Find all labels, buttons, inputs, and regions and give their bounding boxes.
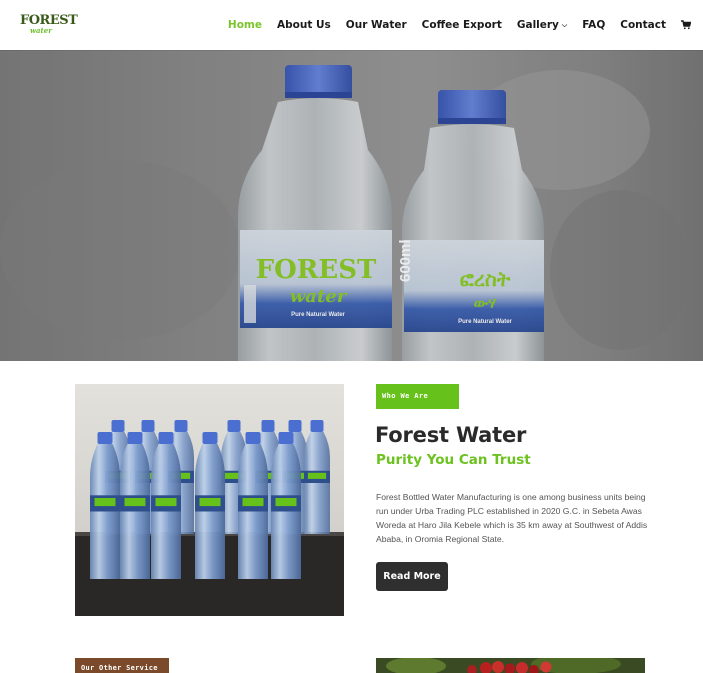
hero-banner: FOREST water Pure Natural Water 600ml ፎረ… [0, 50, 703, 361]
our-other-service-tag: Our Other Service [75, 658, 169, 673]
who-we-are-tag: Who We Are [376, 384, 459, 409]
photo-bottle [238, 432, 268, 579]
nav-contact[interactable]: Contact [620, 19, 666, 31]
nav-coffee-export[interactable]: Coffee Export [422, 19, 502, 31]
nav-home-label: Home [227, 19, 262, 31]
about-bottles-photo [75, 384, 344, 616]
main-nav: Home About Us Our Water Coffee Export Ga… [213, 0, 691, 50]
nav-about-us-label: About Us [277, 19, 331, 31]
read-more-button[interactable]: Read More [376, 562, 448, 591]
forest-water-logo[interactable]: FOREST water [20, 14, 78, 38]
logo-subtext: water [30, 26, 52, 35]
nav-gallery[interactable]: Gallery ⌵ [517, 19, 567, 31]
about-description: Forest Bottled Water Manufacturing is on… [376, 492, 648, 544]
nav-contact-label: Contact [620, 19, 666, 31]
about-subtitle: Purity You Can Trust [376, 452, 531, 468]
nav-faq-label: FAQ [582, 19, 606, 31]
about-title: Forest Water [375, 423, 527, 447]
nav-our-water-label: Our Water [345, 19, 407, 31]
shopping-cart-icon[interactable] [681, 20, 691, 30]
photo-bottle [120, 432, 150, 579]
photo-bottle [271, 432, 301, 579]
chevron-down-icon: ⌵ [561, 20, 568, 29]
nav-our-water[interactable]: Our Water [346, 19, 407, 31]
photo-bottle [195, 432, 225, 579]
photo-bottle [90, 432, 120, 579]
photo-bottle [151, 432, 181, 579]
nav-gallery-label: Gallery [516, 19, 559, 31]
coffee-cherries-photo [376, 658, 645, 673]
nav-about-us[interactable]: About Us [277, 19, 331, 31]
site-header: FOREST water Home About Us Our Water Cof… [0, 0, 703, 50]
nav-faq[interactable]: FAQ [582, 19, 605, 31]
nav-home[interactable]: Home [228, 19, 262, 31]
nav-coffee-export-label: Coffee Export [421, 19, 502, 31]
hero-bottles-image: FOREST water Pure Natural Water 600ml ፎረ… [0, 50, 703, 361]
